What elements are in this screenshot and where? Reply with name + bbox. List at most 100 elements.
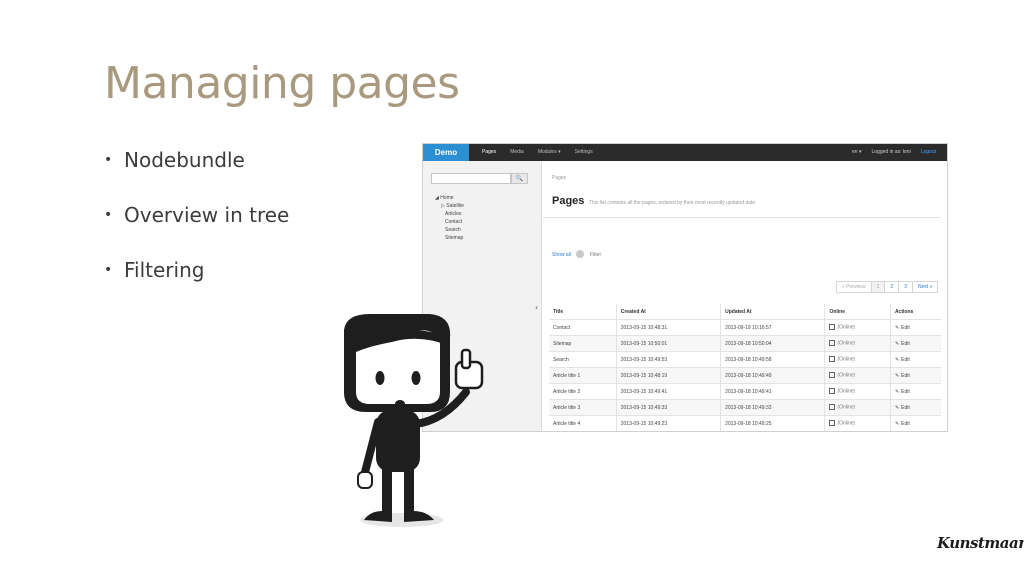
column-header-actions: Actions [889,304,941,320]
cell-actions[interactable]: ✎Edit [889,335,941,352]
column-header-updated[interactable]: Updated At [720,304,825,320]
edit-link[interactable]: Edit [901,341,910,347]
online-label: (Online) [837,404,856,411]
cell-online: (Online) [824,383,891,400]
nav-media[interactable]: Media [503,144,531,161]
pager-page-3[interactable]: 3 [898,282,912,292]
table-row[interactable]: Article title 3 2013-09-15 10:49:33 2013-0… [549,399,941,416]
top-navbar: Demo Pages Media Modules ▾ Settings en ▾… [423,144,947,161]
pager-next[interactable]: Next » [911,282,937,292]
table-row[interactable]: Article title 1 2013-09-15 10:48:19 2013-0… [549,367,941,384]
user-nav: en ▾ Logged in as: kmi Logout [847,144,941,161]
pages-table: Title Created At Updated At Online Actio… [549,304,941,433]
edit-icon: ✎ [894,340,900,347]
online-check-icon [829,372,836,379]
table-row[interactable]: Search 2013-09-15 10:49:53 2013-09-18 10:4… [549,351,941,368]
logout-link[interactable]: Logout [916,144,941,161]
table-header-row: Title Created At Updated At Online Actio… [549,304,941,320]
online-check-icon [829,324,836,331]
cell-updated: 2013-09-18 10:49:33 [720,399,825,416]
cell-actions[interactable]: ✎Edit [889,351,941,368]
edit-icon: ✎ [894,356,900,363]
filter-icon[interactable] [576,250,584,258]
bullet-dot: • [104,207,113,223]
online-label: (Online) [837,340,856,347]
edit-link[interactable]: Edit [901,389,910,395]
mascot-raised-finger [460,348,472,370]
table-body: Contact 2013-09-15 10:48:31 2013-09-19 10:… [549,319,941,433]
edit-link[interactable]: Edit [901,357,910,363]
cell-actions[interactable]: ✎Edit [889,367,941,384]
edit-link[interactable]: Edit [901,405,910,411]
online-check-icon [829,420,836,427]
pager-page-2[interactable]: 2 [884,282,898,292]
nav-modules[interactable]: Modules ▾ [531,144,568,161]
cell-title: Article title 2 [549,383,617,400]
main-nav: Pages Media Modules ▾ Settings [475,144,600,161]
mascot-body [376,410,420,472]
nav-settings[interactable]: Settings [568,144,600,161]
brand-logo[interactable]: Demo [423,144,469,161]
cell-actions[interactable]: ✎Edit [889,415,941,431]
edit-link[interactable]: Edit [901,373,910,379]
tree-node-sitemap[interactable]: Sitemap [435,234,464,242]
cell-created: 2013-09-15 10:49:23 [615,415,721,431]
bullet-item: • Nodebundle [104,147,289,202]
table-row[interactable]: Article title 4 2013-09-15 10:49:23 2013-0… [549,415,941,431]
online-check-icon [829,388,836,395]
language-select[interactable]: en ▾ [847,144,866,161]
table-row[interactable]: Article title 2 2013-09-15 10:49:41 2013-0… [549,383,941,400]
column-header-created[interactable]: Created At [615,304,721,320]
table-row[interactable]: Article title 52013-09-15 10:49:132013-0… [549,432,941,433]
online-label: (Online) [837,420,856,427]
cell-online: (Online) [824,367,891,384]
tree-node-search[interactable]: Search [435,226,464,234]
page-description: This list contains all the pages, ordere… [589,200,757,206]
show-all-link[interactable]: Show all [552,252,571,258]
mascot-mouth [395,400,405,408]
edit-icon: ✎ [894,372,900,379]
pagination: « Previous 1 2 3 Next » [836,281,939,293]
nav-pages[interactable]: Pages [475,144,503,161]
cell-online: (Online) [824,351,891,368]
cell-actions[interactable]: ✎Edit [889,319,941,336]
mascot-left-eye [375,371,385,385]
cell-actions[interactable]: ✎Edit [890,432,941,433]
tree-node-satellite[interactable]: ▷ Satellite [435,202,464,210]
cell-title: Article title 5 [549,432,616,433]
cell-title: Article title 3 [549,399,617,416]
breadcrumb[interactable]: Pages [552,175,566,181]
cell-title: Contact [549,319,617,336]
online-label: (Online) [837,356,856,363]
edit-link[interactable]: Edit [901,421,910,427]
edit-icon: ✎ [894,404,900,411]
cell-title: Sitemap [549,335,617,352]
filter-link[interactable]: Filter [590,252,601,258]
column-header-title[interactable]: Title [549,304,616,320]
tree-node-home[interactable]: ◢ Home [435,194,464,202]
table-row[interactable]: Contact 2013-09-15 10:48:31 2013-09-19 10:… [549,319,941,336]
tree-search-input[interactable] [431,173,511,184]
cell-online: (Online) [824,319,891,336]
pager-page-1[interactable]: 1 [870,282,885,292]
edit-link[interactable]: Edit [901,325,910,331]
edit-icon: ✎ [894,388,900,395]
cell-created: 2013-09-15 10:49:13 [616,432,720,433]
column-header-online[interactable]: Online [824,304,891,320]
main-content: Pages Pages This list contains all the p… [543,161,947,433]
mascot-right-eye [411,371,421,385]
table-row[interactable]: Sitemap 2013-09-15 10:50:01 2013-09-18 10:… [549,335,941,352]
mascot-left-hand [357,471,373,489]
pager-previous[interactable]: « Previous [837,282,871,292]
cell-actions[interactable]: ✎Edit [889,383,941,400]
tree-node-contact[interactable]: Contact [435,218,464,226]
cell-created: 2013-09-15 10:48:19 [615,367,721,384]
mascot-left-arm [360,418,382,480]
bullet-text: Filtering [124,258,205,282]
cell-updated: 2013-09-18 10:49:49 [720,367,825,384]
collapse-sidebar-icon[interactable]: ‹ [535,303,538,312]
cell-actions[interactable]: ✎Edit [889,399,941,416]
online-check-icon [829,404,836,411]
tree-node-articles[interactable]: Articles [435,210,464,218]
search-icon[interactable]: 🔍 [511,173,528,184]
